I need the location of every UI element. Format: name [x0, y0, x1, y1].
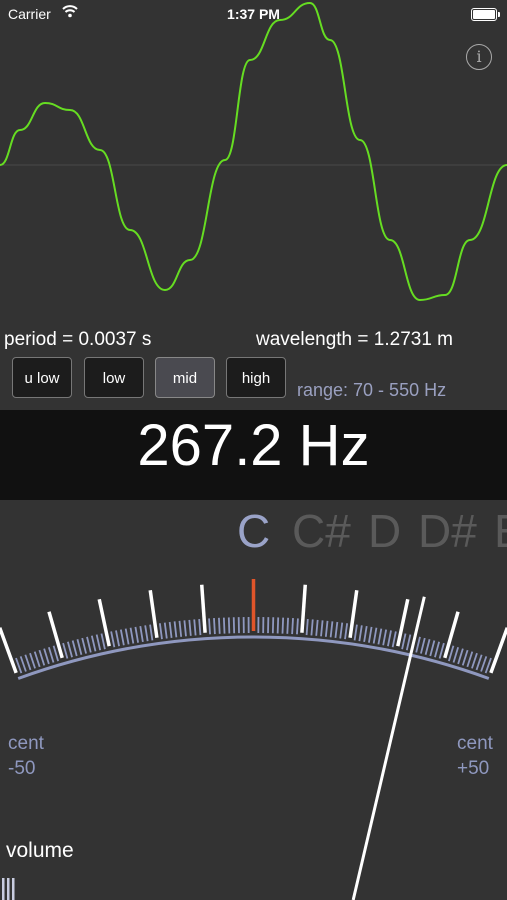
gauge-minor-tick: [163, 622, 168, 639]
gauge-minor-tick: [81, 637, 87, 654]
gauge-minor-tick: [334, 621, 339, 638]
gauge-major-tick: [489, 627, 507, 674]
gauge-minor-tick: [198, 619, 202, 636]
gauge-minor-tick: [29, 652, 36, 669]
gauge-minor-tick: [95, 634, 102, 651]
cent-max-unit: cent: [457, 733, 493, 754]
gauge-minor-tick: [372, 627, 378, 644]
gauge-minor-tick: [415, 636, 421, 653]
gauge-scale: [0, 579, 507, 680]
cent-min-unit: cent: [8, 733, 44, 754]
gauge-minor-tick: [471, 652, 478, 669]
gauge-minor-tick: [183, 620, 187, 637]
volume-meter: [2, 878, 15, 900]
gauge-minor-tick: [286, 617, 289, 634]
gauge-minor-tick: [33, 651, 41, 668]
gauge-minor-tick: [100, 633, 106, 650]
gauge-minor-tick: [144, 625, 149, 642]
gauge-minor-tick: [339, 622, 344, 639]
gauge-minor-tick: [434, 641, 440, 658]
gauge-minor-tick: [19, 656, 27, 672]
gauge-minor-tick: [401, 633, 407, 650]
gauge-minor-tick: [52, 645, 59, 662]
cent-min-label: cent -50: [8, 731, 44, 781]
gauge-minor-tick: [173, 621, 178, 638]
gauge-minor-tick: [149, 624, 154, 641]
gauge-minor-tick: [405, 634, 412, 651]
gauge-minor-tick: [424, 639, 431, 655]
gauge-minor-tick: [119, 629, 125, 646]
gauge-minor-tick: [71, 640, 78, 657]
gauge-major-tick: [396, 598, 410, 647]
gauge-minor-tick: [310, 619, 314, 636]
gauge-minor-tick: [193, 619, 197, 636]
gauge-minor-tick: [158, 623, 163, 640]
gauge-minor-tick: [218, 617, 221, 634]
gauge-minor-tick: [129, 627, 135, 644]
gauge-minor-tick: [222, 617, 226, 634]
volume-bar: [12, 878, 15, 900]
gauge-minor-tick: [429, 640, 436, 657]
gauge-minor-tick: [134, 626, 139, 643]
gauge-major-tick: [97, 598, 111, 647]
gauge-minor-tick: [363, 625, 368, 643]
gauge-minor-tick: [353, 624, 358, 641]
gauge-minor-tick: [86, 636, 92, 653]
gauge-minor-tick: [139, 625, 144, 643]
gauge-minor-tick: [448, 645, 455, 662]
gauge-minor-tick: [188, 619, 192, 636]
gauge-minor-tick: [281, 617, 285, 634]
gauge-minor-tick: [420, 637, 426, 654]
volume-bar: [2, 878, 5, 900]
gauge-minor-tick: [358, 625, 363, 642]
gauge-minor-tick: [315, 619, 319, 636]
gauge-minor-tick: [24, 654, 32, 671]
gauge-minor-tick: [90, 635, 97, 652]
gauge-minor-tick: [296, 618, 299, 635]
gauge-minor-tick: [124, 628, 130, 645]
gauge-minor-tick: [110, 631, 116, 648]
gauge-minor-tick: [67, 641, 73, 658]
gauge-minor-tick: [344, 623, 349, 640]
gauge-minor-tick: [457, 648, 464, 665]
gauge-minor-tick: [76, 639, 83, 655]
gauge-major-tick: [300, 584, 308, 633]
gauge-minor-tick: [213, 618, 216, 635]
gauge-minor-tick: [466, 651, 474, 668]
cent-max-value: +50: [457, 758, 490, 779]
gauge-minor-tick: [208, 618, 211, 635]
gauge-minor-tick: [387, 630, 392, 647]
gauge-minor-tick: [480, 656, 488, 672]
volume-label: volume: [6, 839, 74, 862]
gauge-minor-tick: [115, 630, 120, 647]
volume-bar: [7, 878, 10, 900]
gauge-minor-tick: [377, 628, 383, 645]
gauge-minor-tick: [324, 620, 329, 637]
gauge-minor-tick: [305, 619, 309, 636]
cent-min-value: -50: [8, 758, 36, 779]
gauge-minor-tick: [329, 621, 334, 638]
gauge-minor-tick: [452, 646, 459, 663]
gauge-minor-tick: [62, 642, 69, 659]
gauge-minor-tick: [291, 618, 294, 635]
gauge-minor-tick: [320, 620, 324, 637]
gauge-minor-tick: [391, 631, 397, 648]
gauge-major-tick: [0, 627, 18, 674]
gauge-minor-tick: [368, 626, 373, 643]
gauge-minor-tick: [38, 649, 46, 666]
tuner-gauge: [0, 579, 507, 900]
gauge-minor-tick: [48, 646, 55, 663]
gauge-minor-tick: [43, 648, 50, 665]
cent-max-label: cent +50: [457, 731, 493, 781]
gauge-minor-tick: [168, 621, 173, 638]
gauge-minor-tick: [276, 617, 280, 634]
gauge-minor-tick: [178, 620, 183, 637]
gauge-minor-tick: [475, 654, 483, 671]
gauge-major-tick: [199, 584, 207, 633]
gauge-minor-tick: [438, 642, 445, 659]
gauge-minor-tick: [461, 649, 469, 666]
gauge-minor-tick: [227, 617, 231, 634]
gauge-minor-tick: [382, 629, 388, 646]
